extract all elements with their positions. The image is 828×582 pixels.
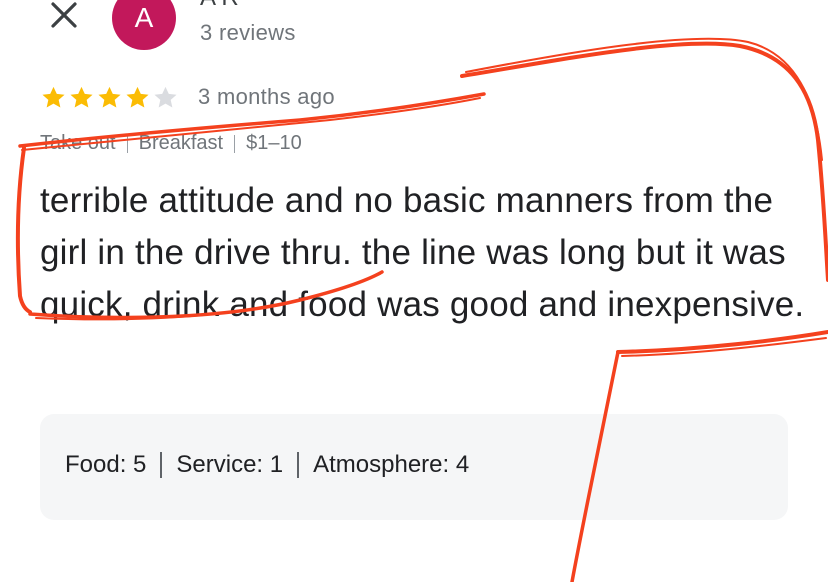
meta-divider bbox=[126, 134, 128, 153]
aspect-rating-value: 4 bbox=[449, 451, 470, 478]
review-meta: Take out Breakfast $1–10 bbox=[40, 132, 302, 155]
meta-meal: Breakfast bbox=[138, 132, 224, 154]
aspect-rating-item: Food: 5 bbox=[65, 451, 146, 479]
review-detail-screen: A A R 3 reviews 3 months ago Take out Br… bbox=[0, 0, 828, 582]
aspect-rating-value: 1 bbox=[263, 451, 284, 478]
meta-service: Take out bbox=[40, 132, 116, 154]
star-icon bbox=[42, 86, 65, 108]
review-text: terrible attitude and no basic manners f… bbox=[40, 181, 805, 324]
meta-divider bbox=[234, 134, 236, 153]
aspect-rating-label: Atmosphere: bbox=[313, 451, 450, 478]
close-button[interactable] bbox=[44, 0, 84, 34]
star-icon bbox=[70, 86, 93, 108]
star-icon bbox=[126, 86, 149, 108]
rating-divider bbox=[297, 452, 300, 478]
aspect-rating-label: Service: bbox=[176, 451, 264, 478]
star-icon bbox=[154, 86, 177, 108]
review-time: 3 months ago bbox=[198, 84, 335, 109]
star-rating bbox=[40, 84, 179, 111]
aspect-ratings: Food: 5 Service: 1 Atmosphere: 4 bbox=[65, 451, 469, 479]
star-icon bbox=[98, 86, 121, 108]
avatar-letter: A bbox=[134, 2, 154, 33]
aspect-rating-item: Atmosphere: 4 bbox=[313, 451, 469, 479]
rating-divider bbox=[160, 452, 163, 478]
avatar[interactable]: A bbox=[112, 0, 176, 50]
meta-price: $1–10 bbox=[246, 132, 302, 154]
aspect-rating-label: Food: bbox=[65, 451, 127, 478]
reviewer-review-count: 3 reviews bbox=[200, 20, 296, 45]
reviewer-name[interactable]: A R bbox=[200, 0, 239, 12]
close-icon bbox=[51, 2, 77, 28]
aspect-rating-item: Service: 1 bbox=[176, 451, 283, 479]
aspect-rating-value: 5 bbox=[126, 451, 147, 478]
aspect-ratings-panel: Food: 5 Service: 1 Atmosphere: 4 bbox=[40, 414, 788, 520]
